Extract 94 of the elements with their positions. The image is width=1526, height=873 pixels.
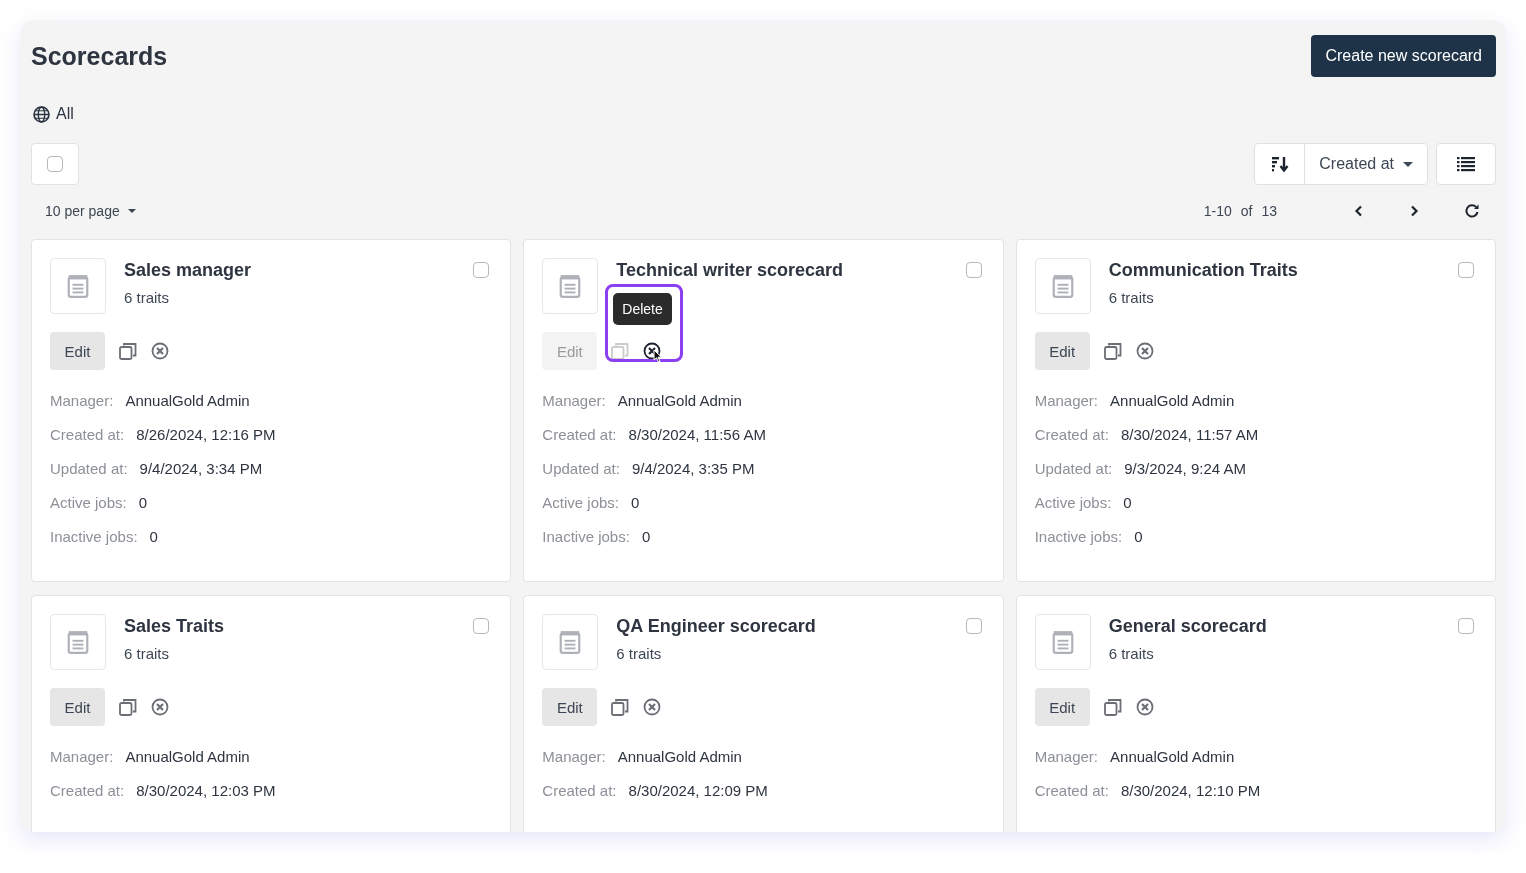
field-value: 8/30/2024, 12:03 PM <box>136 782 276 799</box>
list-view-button[interactable] <box>1436 143 1496 185</box>
edit-button[interactable]: Edit <box>1034 688 1090 726</box>
card-checkbox[interactable] <box>1458 618 1474 634</box>
pointer-cursor-icon <box>653 349 664 363</box>
field-label: Active jobs: <box>50 494 127 511</box>
field-value: 0 <box>1134 528 1143 545</box>
field-value: 9/3/2024, 9:24 AM <box>1124 460 1246 477</box>
field-value: 0 <box>138 494 148 511</box>
copy-icon[interactable] <box>611 698 630 716</box>
card-checkbox[interactable] <box>1458 262 1474 278</box>
scorecard-title[interactable]: General scorecard <box>1108 616 1458 637</box>
field-value: 0 <box>149 528 158 545</box>
traits-count: 6 traits <box>616 645 663 662</box>
copy-icon[interactable] <box>119 342 137 360</box>
traits-count: 6 traits <box>1108 289 1155 306</box>
field-value: 8/30/2024, 11:56 AM <box>628 426 766 443</box>
tooltip: Delete <box>613 293 672 325</box>
traits-count: 6 traits <box>1108 645 1155 662</box>
per-page-dropdown[interactable]: 10 per page <box>31 203 136 219</box>
notepad-icon <box>1051 274 1074 298</box>
edit-button[interactable]: Edit <box>50 332 105 370</box>
notepad-icon <box>67 630 89 654</box>
field-label: Updated at: <box>50 460 128 477</box>
field-value: AnnualGold Admin <box>617 748 742 765</box>
select-all-checkbox[interactable] <box>47 156 63 172</box>
field-value: 8/30/2024, 12:09 PM <box>628 782 768 799</box>
field-value: AnnualGold Admin <box>1110 748 1235 765</box>
card-checkbox[interactable] <box>473 618 490 634</box>
traits-count: 6 traits <box>124 289 170 306</box>
field-label: Manager: <box>1034 748 1099 765</box>
field-label: Active jobs: <box>1034 494 1112 511</box>
filter-link[interactable]: All <box>56 105 74 123</box>
total-count: 13 <box>1261 203 1277 219</box>
field-label: Manager: <box>50 392 114 409</box>
field-label: Created at: <box>50 426 125 443</box>
field-label: Updated at: <box>1034 460 1113 477</box>
card-checkbox[interactable] <box>473 262 490 278</box>
copy-icon[interactable] <box>611 342 630 360</box>
notepad-icon <box>559 630 582 654</box>
page-range: 1-10 <box>1203 203 1232 219</box>
field-label: Created at: <box>1034 782 1109 799</box>
scorecard-title[interactable]: Communication Traits <box>1108 260 1458 281</box>
field-label: Inactive jobs: <box>542 528 630 545</box>
notepad-icon <box>559 274 582 298</box>
globe-icon <box>33 105 50 123</box>
scorecard-title[interactable]: Sales manager <box>124 260 474 281</box>
traits-count: 6 traits <box>124 645 170 662</box>
field-value: 0 <box>1123 494 1132 511</box>
field-value: 9/4/2024, 3:35 PM <box>631 460 755 477</box>
field-value: AnnualGold Admin <box>617 392 742 409</box>
sort-descending-icon <box>1270 156 1289 172</box>
field-label: Created at: <box>1034 426 1109 443</box>
caret-icon <box>1403 161 1413 167</box>
card-checkbox[interactable] <box>965 618 982 634</box>
field-value: AnnualGold Admin <box>1110 392 1235 409</box>
field-label: Manager: <box>1034 392 1099 409</box>
field-label: Manager: <box>50 748 114 765</box>
field-label: Inactive jobs: <box>50 528 138 545</box>
scorecard-title[interactable]: QA Engineer scorecard <box>616 616 966 637</box>
edit-button[interactable]: Edit <box>542 688 598 726</box>
copy-icon[interactable] <box>1103 698 1122 716</box>
field-label: Created at: <box>542 782 617 799</box>
notepad-icon <box>67 274 89 298</box>
create-scorecard-button[interactable]: Create new scorecard <box>1311 35 1496 77</box>
list-icon <box>1457 156 1475 172</box>
field-value: AnnualGold Admin <box>125 748 250 765</box>
next-page-icon[interactable] <box>1409 205 1419 217</box>
field-label: Active jobs: <box>542 494 620 511</box>
field-value: 0 <box>631 494 640 511</box>
caret-icon <box>127 209 136 213</box>
field-label: Manager: <box>542 748 606 765</box>
field-label: Manager: <box>542 392 606 409</box>
refresh-icon[interactable] <box>1464 203 1480 219</box>
edit-button[interactable]: Edit <box>50 688 105 726</box>
notepad-icon <box>1051 630 1074 654</box>
of-label: of <box>1240 203 1253 219</box>
previous-page-icon[interactable] <box>1354 205 1364 217</box>
field-label: Inactive jobs: <box>1034 528 1123 545</box>
copy-icon[interactable] <box>119 698 137 716</box>
field-label: Updated at: <box>542 460 620 477</box>
field-value: 9/4/2024, 3:34 PM <box>139 460 263 477</box>
field-value: AnnualGold Admin <box>125 392 250 409</box>
page-title: Scorecards <box>31 42 168 71</box>
copy-icon[interactable] <box>1103 342 1122 360</box>
sort-field-dropdown[interactable]: Created at <box>1305 144 1427 184</box>
field-label: Created at: <box>542 426 617 443</box>
scorecard-title[interactable]: Sales Traits <box>124 616 474 637</box>
field-value: 0 <box>641 528 651 545</box>
field-value: 8/30/2024, 12:10 PM <box>1120 782 1261 799</box>
field-value: 8/30/2024, 11:57 AM <box>1120 426 1259 443</box>
field-label: Created at: <box>50 782 125 799</box>
edit-button[interactable]: Edit <box>1034 332 1090 370</box>
field-value: 8/26/2024, 12:16 PM <box>136 426 276 443</box>
